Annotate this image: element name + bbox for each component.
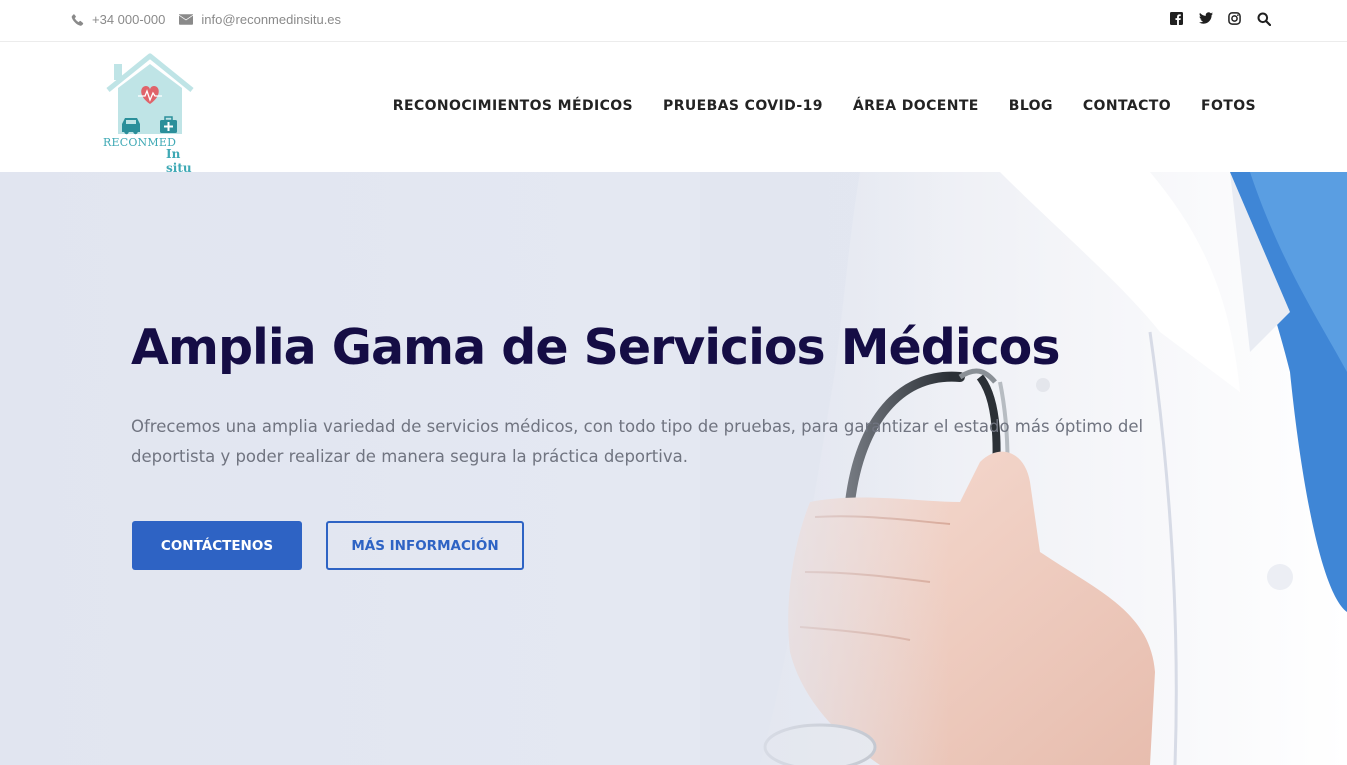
nav-item-reconocimientos-medicos[interactable]: RECONOCIMIENTOS MÉDICOS [393,98,633,114]
contact-button[interactable]: CONTÁCTENOS [132,521,302,570]
hero-title: Amplia Gama de Servicios Médicos [131,319,1061,376]
email-address[interactable]: info@reconmedinsitu.es [201,12,341,27]
twitter-icon[interactable] [1199,12,1213,26]
house-logo-icon [106,53,194,135]
hero-section: Amplia Gama de Servicios Médicos Ofrecem… [0,172,1347,765]
phone-icon [71,13,84,26]
site-logo[interactable]: RECONMED In situ [100,52,210,175]
hero-description: Ofrecemos una amplia variedad de servici… [131,417,1144,466]
nav-item-contacto[interactable]: CONTACTO [1083,98,1171,114]
top-bar: +34 000-000 info@reconmedinsitu.es [0,0,1347,42]
nav-item-fotos[interactable]: FOTOS [1201,98,1256,114]
nav-item-blog[interactable]: BLOG [1009,98,1053,114]
social-links [1155,12,1271,26]
contact-info: +34 000-000 info@reconmedinsitu.es [71,12,355,27]
instagram-icon[interactable] [1228,12,1242,26]
nav-item-area-docente[interactable]: ÁREA DOCENTE [853,98,979,114]
phone-number[interactable]: +34 000-000 [92,12,165,27]
envelope-icon [179,14,194,25]
site-header: RECONMED In situ RECONOCIMIENTOS MÉDICOS… [0,42,1347,175]
search-icon[interactable] [1257,12,1271,26]
facebook-icon[interactable] [1170,12,1184,26]
nav-item-pruebas-covid[interactable]: PRUEBAS COVID-19 [663,98,823,114]
main-navigation: RECONOCIMIENTOS MÉDICOS PRUEBAS COVID-19… [363,98,1256,114]
more-info-button[interactable]: MÁS INFORMACIÓN [326,521,524,570]
phone-item[interactable]: +34 000-000 [71,12,165,27]
logo-text-secondary: In situ [166,147,192,175]
email-item[interactable]: info@reconmedinsitu.es [179,12,341,27]
